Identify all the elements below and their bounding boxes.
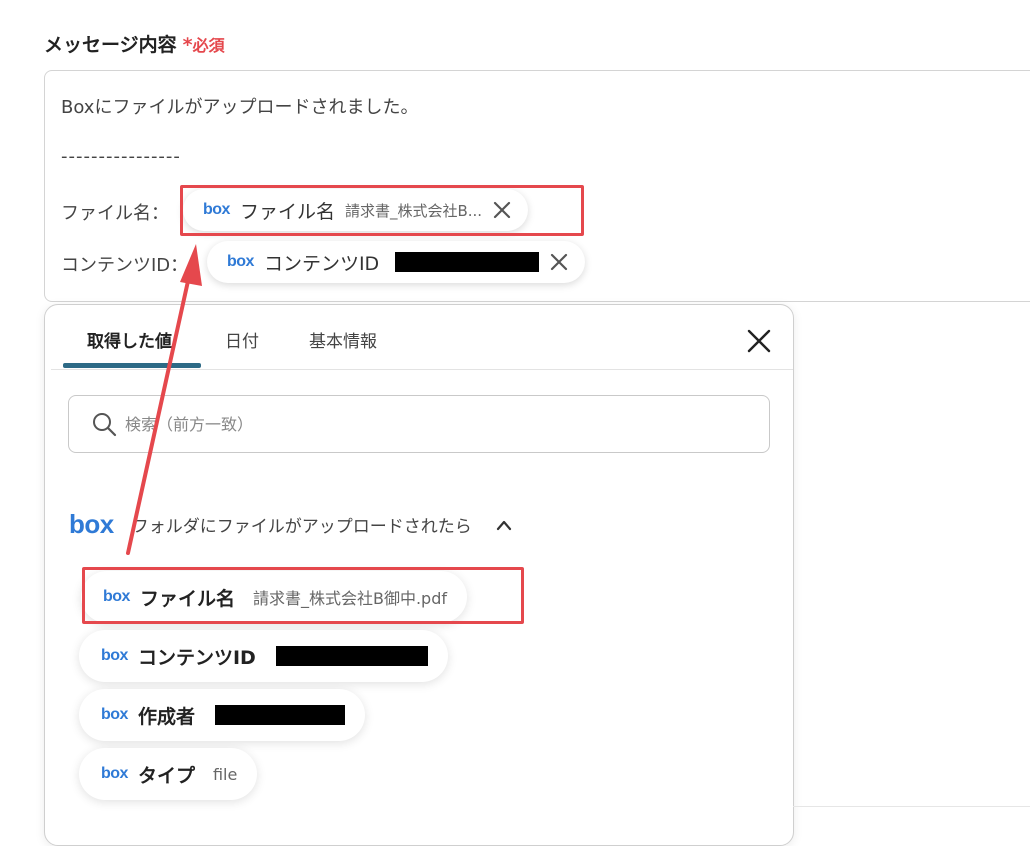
redacted-value — [214, 705, 345, 725]
required-badge: 必須 — [192, 36, 225, 55]
option-name: 作成者 — [137, 705, 195, 728]
message-separator: ---------------- — [61, 146, 181, 167]
close-icon[interactable] — [745, 327, 773, 355]
contentid-label: コンテンツID： — [61, 255, 189, 276]
tab-date[interactable]: 日付 — [225, 327, 259, 352]
chip-name: コンテンツID — [263, 252, 380, 275]
tab-divider — [51, 369, 793, 370]
box-logo-icon: box — [101, 647, 128, 664]
divider-line — [793, 806, 1030, 807]
chevron-up-icon[interactable] — [496, 519, 512, 531]
search-icon — [93, 413, 117, 437]
tab-acquired-values[interactable]: 取得した値 — [87, 327, 172, 352]
box-logo-icon: box — [101, 706, 128, 723]
variable-chip-contentid[interactable]: box コンテンツID — [207, 241, 586, 283]
highlight-box — [180, 185, 584, 236]
option-value: file — [212, 764, 238, 784]
option-name: タイプ — [137, 764, 195, 787]
tab-basic-info[interactable]: 基本情報 — [309, 327, 377, 352]
filename-label: ファイル名： — [61, 203, 169, 224]
required-star: * — [182, 34, 193, 56]
group-title: フォルダにファイルがアップロードされたら — [131, 517, 472, 537]
tab-active-indicator — [63, 363, 201, 368]
option-contentid[interactable]: box コンテンツID — [79, 630, 448, 682]
message-line: Boxにファイルがアップロードされました。 — [61, 97, 419, 118]
field-label-text: メッセージ内容 — [44, 34, 177, 56]
highlight-box — [82, 567, 524, 624]
field-label: メッセージ内容 *必須 — [44, 30, 225, 57]
option-name: コンテンツID — [137, 646, 256, 669]
close-icon[interactable] — [549, 252, 569, 272]
search-box[interactable] — [68, 395, 770, 453]
group-header[interactable]: box フォルダにファイルがアップロードされたら — [69, 509, 512, 540]
box-logo-icon: box — [227, 253, 254, 270]
redacted-value — [395, 252, 540, 272]
search-input[interactable] — [123, 413, 727, 435]
box-logo-icon: box — [101, 765, 128, 782]
redacted-value — [275, 646, 428, 666]
option-type[interactable]: box タイプ file — [79, 748, 258, 800]
option-creator[interactable]: box 作成者 — [79, 689, 365, 741]
box-logo-icon: box — [69, 509, 114, 539]
